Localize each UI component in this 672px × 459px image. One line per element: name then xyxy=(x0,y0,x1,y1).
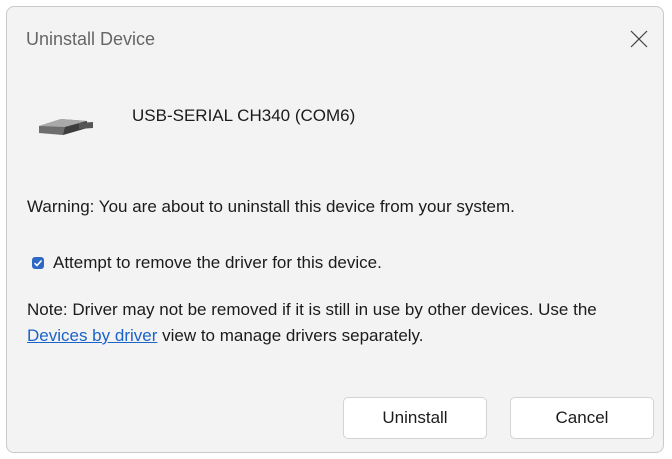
close-icon xyxy=(630,30,648,48)
devices-by-driver-link[interactable]: Devices by driver xyxy=(27,326,157,345)
remove-driver-checkbox[interactable] xyxy=(32,257,44,269)
warning-text: Warning: You are about to uninstall this… xyxy=(27,197,515,216)
cancel-button[interactable]: Cancel xyxy=(510,397,654,439)
device-name: USB-SERIAL CH340 (COM6) xyxy=(132,106,356,125)
note-text-start: Note: Driver may not be removed if it is… xyxy=(27,300,597,319)
uninstall-button[interactable]: Uninstall xyxy=(343,397,487,439)
title-bar: Uninstall Device xyxy=(7,7,663,69)
usb-serial-device-icon xyxy=(39,119,93,135)
remove-driver-checkbox-row[interactable]: Attempt to remove the driver for this de… xyxy=(32,253,382,273)
note-text-end: view to manage drivers separately. xyxy=(157,326,424,345)
dialog-title: Uninstall Device xyxy=(26,29,156,49)
close-button[interactable] xyxy=(619,19,659,59)
remove-driver-label: Attempt to remove the driver for this de… xyxy=(53,253,382,272)
note-text: Note: Driver may not be removed if it is… xyxy=(27,297,627,349)
uninstall-device-dialog: Uninstall Device USB-SERIAL CH340 (COM6)… xyxy=(6,6,664,453)
checkmark-icon xyxy=(33,259,43,267)
